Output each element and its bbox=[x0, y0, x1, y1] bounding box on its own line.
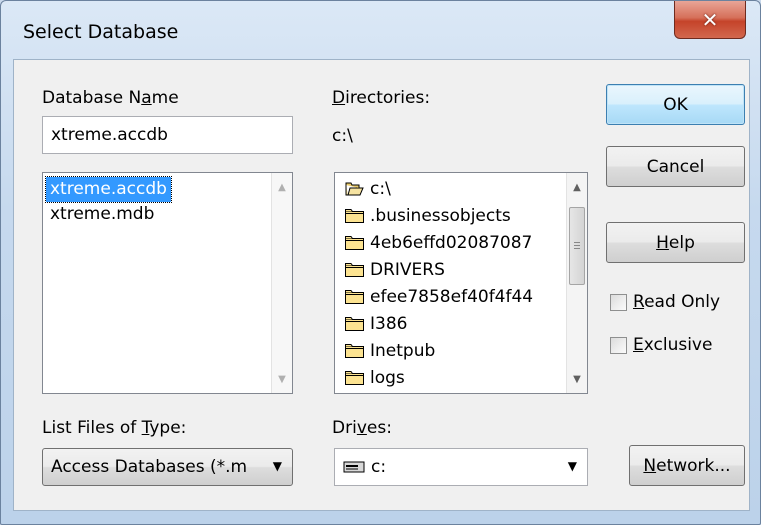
file-type-label: List Files of Type: bbox=[42, 418, 187, 438]
directory-item[interactable]: .businessobjects bbox=[345, 202, 511, 229]
scroll-down-arrow-icon[interactable]: ▼ bbox=[272, 369, 292, 389]
directory-item[interactable]: efee7858ef40f4f44 bbox=[345, 283, 533, 310]
cancel-button[interactable]: Cancel bbox=[606, 146, 745, 187]
file-item-mdb[interactable]: xtreme.mdb bbox=[46, 202, 158, 227]
exclusive-box[interactable] bbox=[610, 336, 627, 354]
folder-icon bbox=[345, 343, 364, 358]
close-icon: ✕ bbox=[701, 7, 719, 32]
database-name-input[interactable]: xtreme.accdb bbox=[42, 116, 293, 154]
directory-item[interactable]: logs bbox=[345, 364, 405, 391]
scroll-down-arrow-icon[interactable]: ▼ bbox=[567, 369, 587, 389]
close-button[interactable]: ✕ bbox=[674, 1, 746, 39]
directory-scrollbar[interactable]: ▲ ▼ bbox=[566, 173, 587, 393]
read-only-checkbox[interactable]: Read Only bbox=[610, 292, 720, 312]
help-button[interactable]: Help bbox=[606, 222, 745, 263]
dialog-body: Database Name xtreme.accdb xtreme.accdb … bbox=[13, 59, 750, 511]
file-list[interactable]: xtreme.accdb xtreme.mdb ▲ ▼ bbox=[42, 172, 293, 394]
window-title: Select Database bbox=[23, 21, 179, 43]
open-folder-icon bbox=[345, 182, 364, 195]
directories-label: Directories: bbox=[332, 88, 431, 108]
drive-icon bbox=[343, 461, 365, 473]
scroll-up-arrow-icon[interactable]: ▲ bbox=[567, 177, 587, 197]
network-button[interactable]: Network... bbox=[629, 445, 745, 486]
chevron-down-icon: ▼ bbox=[272, 459, 282, 473]
title-bar[interactable]: Select Database ✕ bbox=[1, 1, 760, 59]
file-item-accdb[interactable]: xtreme.accdb bbox=[45, 176, 172, 203]
read-only-box[interactable] bbox=[610, 293, 627, 311]
directory-item[interactable]: DRIVERS bbox=[345, 256, 445, 283]
drives-label: Drives: bbox=[332, 418, 392, 438]
directory-item-root[interactable]: c:\ bbox=[345, 175, 391, 202]
ok-button[interactable]: OK bbox=[606, 84, 745, 125]
database-name-label: Database Name bbox=[42, 88, 179, 108]
current-path: c:\ bbox=[332, 126, 353, 146]
directory-item[interactable]: 4eb6effd02087087 bbox=[345, 229, 532, 256]
folder-icon bbox=[345, 316, 364, 331]
folder-icon bbox=[345, 370, 364, 385]
folder-icon bbox=[345, 235, 364, 250]
folder-icon bbox=[345, 289, 364, 304]
directory-item[interactable]: Inetpub bbox=[345, 337, 435, 364]
file-list-scrollbar[interactable]: ▲ ▼ bbox=[271, 173, 292, 393]
scroll-up-arrow-icon[interactable]: ▲ bbox=[272, 177, 292, 197]
directory-item[interactable]: I386 bbox=[345, 310, 407, 337]
database-name-value: xtreme.accdb bbox=[51, 125, 168, 145]
drives-dropdown[interactable]: c: ▼ bbox=[334, 448, 588, 486]
read-only-label: Read Only bbox=[633, 292, 721, 312]
directory-list[interactable]: c:\ .businessobjects 4eb6effd02087087 DR… bbox=[334, 172, 588, 394]
folder-icon bbox=[345, 208, 364, 223]
drive-value: c: bbox=[371, 457, 387, 477]
chevron-down-icon: ▼ bbox=[567, 459, 577, 473]
select-database-dialog: Select Database ✕ Database Name xtreme.a… bbox=[0, 0, 761, 525]
file-type-value: Access Databases (*.m bbox=[51, 457, 248, 477]
file-type-dropdown[interactable]: Access Databases (*.m ▼ bbox=[42, 448, 293, 486]
exclusive-checkbox[interactable]: Exclusive bbox=[610, 335, 712, 355]
folder-icon bbox=[345, 262, 364, 277]
exclusive-label: Exclusive bbox=[633, 335, 713, 355]
scroll-thumb[interactable] bbox=[569, 207, 585, 285]
